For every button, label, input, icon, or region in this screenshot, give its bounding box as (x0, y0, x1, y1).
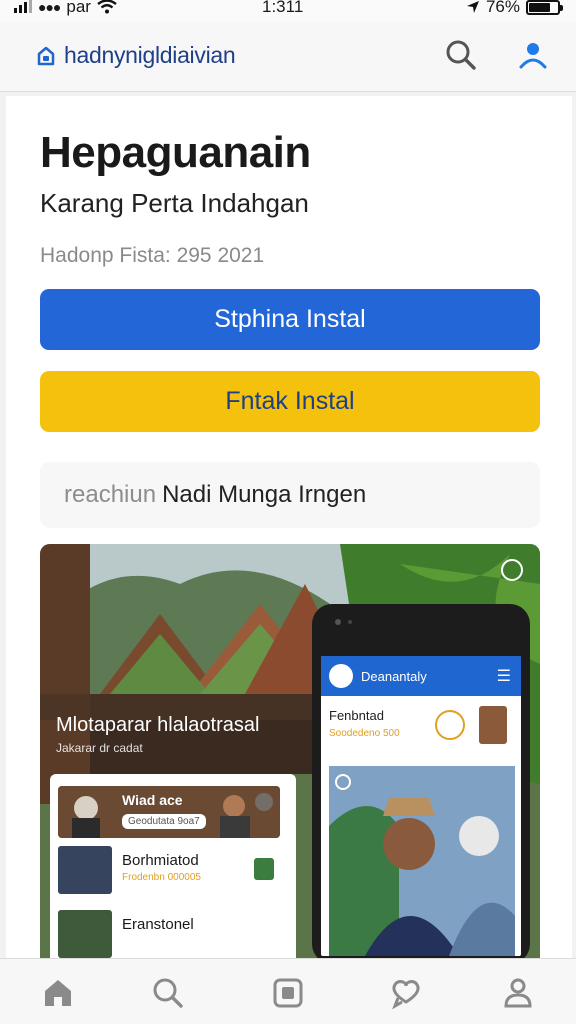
phone-row: Fenbntad Soodedeno 500 (321, 696, 521, 762)
lock-house-icon (37, 46, 55, 65)
battery-percent: 76% (485, 0, 520, 16)
phone-photo (329, 766, 515, 956)
avatar (58, 846, 112, 894)
tab-profile[interactable] (498, 973, 538, 1013)
app-header: hadnynigldiaivian (0, 22, 576, 92)
search-icon (446, 40, 476, 70)
showcase-list: Wiad ace Geodutata 9oa7 Borhmiatod Frode… (50, 774, 296, 958)
search-icon (153, 978, 183, 1008)
status-left: ●●● par (14, 0, 117, 17)
page-title: Hepaguanain (40, 128, 311, 177)
showcase-caption: Mlotaparar hlalaotrasal Jakarar dr cadat (56, 714, 259, 755)
tab-home[interactable] (38, 973, 78, 1013)
list-item-name: Eranstonel (122, 916, 194, 933)
list-item-sub: Geodutata 9oa7 (122, 814, 206, 829)
phone-camera-icon (335, 619, 352, 625)
bottom-tab-bar (0, 958, 576, 1024)
list-item-name: Borhmiatod (122, 852, 199, 869)
page-subtitle: Karang Perta Indahgan (40, 188, 309, 218)
emblem-icon (254, 858, 274, 880)
battery-icon (526, 0, 563, 15)
carrier-label: par (66, 0, 91, 16)
home-icon (45, 980, 71, 1006)
user-icon (519, 43, 547, 69)
tab-search[interactable] (148, 973, 188, 1013)
phone-app-bar: Deanantaly ☰ (321, 656, 521, 696)
search-placeholder: reachiun (64, 481, 157, 508)
tab-news[interactable] (268, 973, 308, 1013)
phone-row-title: Fenbntad (329, 708, 384, 723)
chat-heart-icon (392, 980, 420, 1010)
search-field[interactable]: reachiun Nadi Munga Irngen (40, 462, 540, 528)
header-profile-button[interactable] (516, 38, 550, 72)
avatar (58, 910, 112, 958)
list-item[interactable]: Borhmiatod Frodenbn 000005 (58, 844, 280, 898)
dots-icon: ●●● (38, 0, 61, 15)
phone-mockup: Deanantaly ☰ Fenbntad Soodedeno 500 (312, 604, 530, 958)
wifi-icon (97, 0, 117, 14)
primary-install-button[interactable]: Stphina Instal (40, 289, 540, 350)
portrait-thumbnail (479, 706, 507, 744)
secondary-install-button[interactable]: Fntak Instal (40, 371, 540, 432)
brand[interactable]: hadnynigldiaivian (36, 42, 236, 69)
showcase-image[interactable]: Mlotaparar hlalaotrasal Jakarar dr cadat… (40, 544, 540, 958)
news-icon (273, 978, 303, 1008)
phone-screen: Deanantaly ☰ Fenbntad Soodedeno 500 (321, 656, 521, 956)
phone-row-sub: Soodedeno 500 (329, 728, 400, 739)
tab-messages[interactable] (386, 973, 426, 1013)
badge-icon (435, 710, 465, 740)
brand-name: hadnynigldiaivian (64, 42, 236, 68)
list-item-featured[interactable]: Wiad ace Geodutata 9oa7 (58, 786, 280, 838)
app-logo-icon (329, 664, 353, 688)
showcase-caption-title: Mlotaparar hlalaotrasal (56, 714, 260, 736)
signal-icon (14, 0, 32, 13)
list-item-name: Wiad ace (122, 792, 183, 808)
portrait-photo (329, 766, 515, 956)
showcase-caption-sub: Jakarar dr cadat (56, 741, 143, 755)
meta-info: Hadonp Fista: 295 2021 (40, 244, 265, 267)
status-right: 76% (466, 0, 563, 17)
status-time: 1:311 (262, 0, 304, 16)
location-arrow-icon (466, 1, 479, 13)
profile-icon (504, 978, 532, 1008)
list-item[interactable]: Eranstonel (58, 908, 280, 958)
list-item-sub: Frodenbn 000005 (122, 872, 201, 883)
search-value: Nadi Munga Irngen (162, 481, 367, 508)
status-bar: ●●● par 1:311 76% (0, 0, 576, 22)
menu-icon: ☰ (496, 668, 511, 685)
phone-app-title: Deanantaly (361, 668, 427, 684)
header-search-button[interactable] (444, 38, 478, 72)
main-card: Hepaguanain Karang Perta Indahgan Hadonp… (6, 96, 572, 958)
